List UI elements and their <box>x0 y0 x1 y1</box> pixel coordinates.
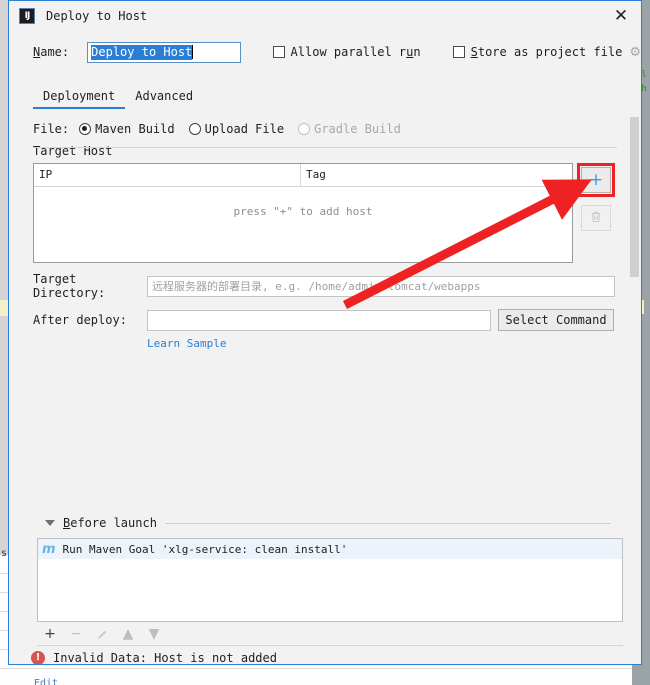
pencil-icon-svg <box>97 630 106 639</box>
allow-parallel-run-label: Allow parallel run <box>290 45 421 59</box>
before-launch-separator <box>164 522 611 524</box>
file-type-row: File: Maven Build Upload File Gradle Bui… <box>33 122 641 136</box>
before-launch-title-rest: efore launch <box>70 516 157 530</box>
before-launch-list[interactable]: m Run Maven Goal 'xlg-service: clean ins… <box>37 538 623 622</box>
radio-maven-build[interactable]: Maven Build <box>79 122 175 136</box>
target-directory-input[interactable]: 远程服务器的部署目录, e.g. /home/admin/tomcat/weba… <box>147 275 615 297</box>
before-launch-header: Before launch <box>39 516 617 530</box>
after-deploy-row: After deploy: Select Command <box>33 309 641 331</box>
tab-bar: Deployment Advanced <box>33 87 641 113</box>
maven-icon: m <box>42 541 56 557</box>
select-command-button[interactable]: Select Command <box>498 309 614 331</box>
add-host-highlight: + <box>577 163 615 197</box>
tab-advanced[interactable]: Advanced <box>125 87 203 109</box>
background-edit-link[interactable]: Edit <box>34 678 58 685</box>
radio-icon <box>79 123 92 135</box>
gear-icon[interactable]: ⚙ <box>629 45 641 60</box>
checkbox-box <box>452 46 465 58</box>
intellij-idea-icon: IJ <box>19 8 35 24</box>
add-host-button[interactable]: + <box>581 167 611 193</box>
name-label: Name: <box>33 45 69 59</box>
column-header-tag[interactable]: Tag <box>301 164 572 186</box>
text-caret <box>192 45 194 59</box>
store-as-project-file-checkbox[interactable]: Store as project file ⚙ <box>452 45 641 60</box>
validation-error: ! Invalid Data: Host is not added <box>31 651 277 664</box>
remove-host-button <box>581 205 611 231</box>
dialog-titlebar: IJ Deploy to Host ✕ <box>9 1 641 31</box>
target-directory-label: Target Directory: <box>33 272 106 300</box>
dialog-scrollbar-thumb[interactable] <box>630 117 639 277</box>
validation-message: Invalid Data: Host is not added <box>53 651 277 664</box>
target-directory-row: Target Directory: 远程服务器的部署目录, e.g. /home… <box>33 272 641 300</box>
target-host-table[interactable]: IP Tag press "+" to add host <box>33 163 573 263</box>
radio-icon <box>298 123 311 135</box>
plus-icon: + <box>588 170 604 190</box>
store-as-project-file-label: Store as project file <box>470 45 623 59</box>
before-launch-title: Before launch <box>63 516 157 530</box>
allow-parallel-run-checkbox[interactable]: Allow parallel run <box>272 45 421 59</box>
learn-sample-link[interactable]: Learn Sample <box>147 337 226 350</box>
table-side-buttons: + <box>577 163 615 263</box>
remove-task-button: − <box>70 626 82 642</box>
table-header: IP Tag <box>34 164 572 187</box>
after-deploy-label: After deploy: <box>33 313 127 327</box>
radio-upload-file-label: Upload File <box>204 122 285 136</box>
tab-deployment[interactable]: Deployment <box>33 87 126 109</box>
radio-upload-file[interactable]: Upload File <box>188 122 285 136</box>
edit-task-button <box>89 624 115 644</box>
background-left-highlight <box>0 300 8 316</box>
list-item[interactable]: m Run Maven Goal 'xlg-service: clean ins… <box>38 539 622 559</box>
radio-gradle-build-label: Gradle Build <box>314 122 401 136</box>
name-row: Name: Deploy to Host Allow parallel run … <box>9 31 641 65</box>
after-deploy-input[interactable] <box>147 309 491 331</box>
error-icon: ! <box>31 651 45 664</box>
background-side-letter: s <box>1 548 8 559</box>
radio-icon <box>188 123 201 135</box>
radio-gradle-build: Gradle Build <box>298 122 401 136</box>
checkbox-box <box>272 46 285 58</box>
file-label: File: <box>33 122 70 136</box>
name-input[interactable]: Deploy to Host <box>87 41 241 63</box>
column-header-ip[interactable]: IP <box>34 164 301 186</box>
radio-maven-build-label: Maven Build <box>95 122 175 136</box>
target-host-table-area: IP Tag press "+" to add host + <box>33 163 641 263</box>
name-label-rest: ame: <box>40 45 70 59</box>
name-input-value: Deploy to Host <box>91 44 193 60</box>
move-task-up-button: ▲ <box>122 626 134 642</box>
trash-icon <box>590 210 602 227</box>
deploy-to-host-dialog: IJ Deploy to Host ✕ Name: Deploy to Host… <box>8 0 642 665</box>
dialog-title: Deploy to Host <box>46 9 148 23</box>
add-task-button[interactable]: + <box>37 624 63 644</box>
tab-divider <box>33 147 617 148</box>
table-empty-message: press "+" to add host <box>233 205 373 218</box>
dialog-content: Name: Deploy to Host Allow parallel run … <box>9 31 641 664</box>
before-launch-toolbar: + − ▲ ▼ <box>37 623 623 646</box>
list-item-label: Run Maven Goal 'xlg-service: clean insta… <box>62 542 348 556</box>
close-icon[interactable]: ✕ <box>601 1 641 31</box>
trash-icon-svg <box>591 211 601 222</box>
move-task-down-button: ▼ <box>148 626 160 642</box>
chevron-down-icon[interactable] <box>45 520 55 526</box>
